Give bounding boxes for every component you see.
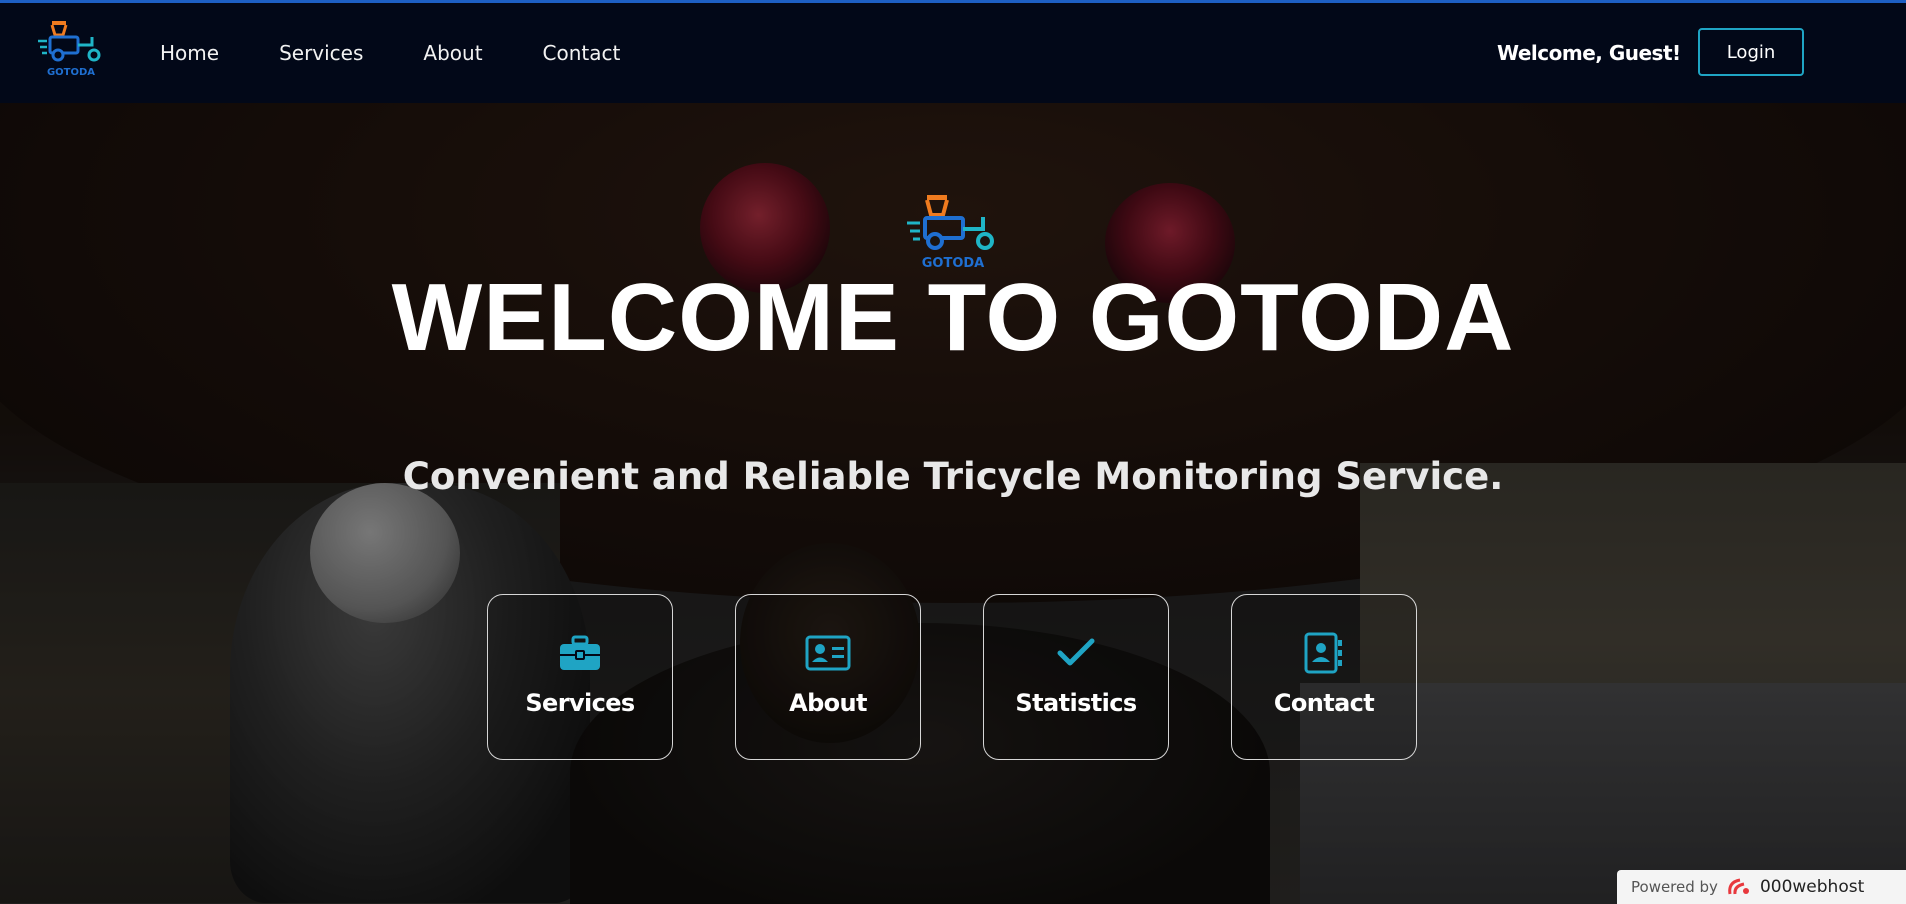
login-button[interactable]: Login	[1698, 28, 1804, 76]
feature-cards: Services About Statistics Contact	[487, 594, 1417, 762]
card-statistics[interactable]: Statistics	[983, 594, 1169, 760]
card-contact[interactable]: Contact	[1231, 594, 1417, 760]
hero-title: WELCOME TO GOTODA	[391, 264, 1515, 371]
hero-subtitle: Convenient and Reliable Tricycle Monitor…	[402, 455, 1504, 498]
card-contact-label: Contact	[1273, 689, 1375, 717]
powered-by-text: Powered by	[1631, 878, 1718, 896]
nav-contact-link[interactable]: Contact	[543, 41, 621, 65]
welcome-text: Welcome, Guest!	[1497, 41, 1681, 65]
powered-by-badge[interactable]: Powered by 000webhost	[1617, 870, 1906, 904]
nav-logo-text: GOTODA	[47, 67, 95, 78]
checkmark-icon	[1057, 638, 1095, 666]
id-card-icon	[805, 635, 851, 671]
contact-book-icon	[1304, 632, 1342, 674]
card-about-label: About	[789, 689, 867, 717]
nav-links: Home Services About Contact	[160, 3, 680, 103]
card-about[interactable]: About	[735, 594, 921, 760]
hero-section: GOTODA WELCOME TO GOTODA Convenient and …	[0, 103, 1906, 904]
nav-about-link[interactable]: About	[423, 41, 482, 65]
webhost-logo-icon	[1728, 878, 1749, 895]
nav-home-link[interactable]: Home	[160, 41, 219, 65]
card-services-label: Services	[525, 689, 635, 717]
nav-services-link[interactable]: Services	[279, 41, 363, 65]
gotoda-logo[interactable]: GOTODA	[36, 19, 106, 79]
powered-by-brand: 000webhost	[1759, 877, 1865, 897]
card-statistics-label: Statistics	[1015, 689, 1137, 717]
navbar: GOTODA Home Services About Contact Welco…	[0, 3, 1906, 103]
toolbox-icon	[560, 635, 600, 670]
hero-gotoda-logo: GOTODA	[907, 195, 994, 271]
card-services[interactable]: Services	[487, 594, 673, 760]
